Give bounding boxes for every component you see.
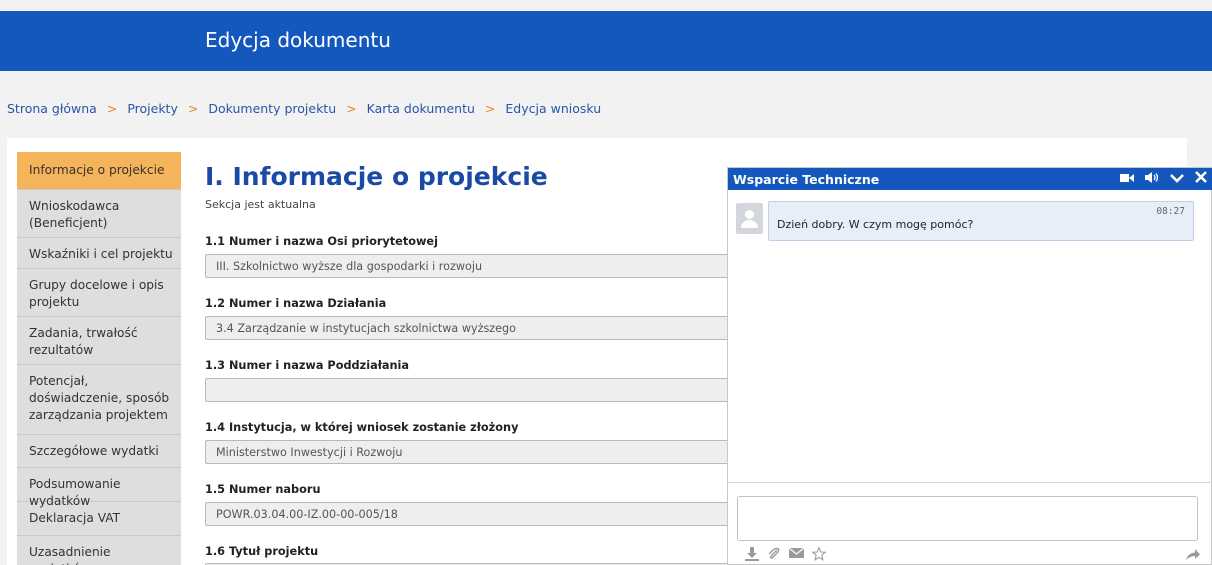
breadcrumb-separator: > [484,101,496,116]
chat-toolbar [745,546,827,565]
institution-field[interactable]: Ministerstwo Inwestycji i Rozwoju [205,440,745,464]
breadcrumb-project-documents[interactable]: Dokumenty projektu [208,101,336,116]
support-chat-window: Wsparcie Techniczne 08:27 Dzień dobry. W… [727,167,1212,565]
breadcrumb-separator: > [106,101,118,116]
sidebar-item-indicators[interactable]: Wskaźniki i cel projektu [17,238,181,269]
speaker-icon[interactable] [1145,171,1159,186]
sidebar-item-project-info[interactable]: Informacje o projekcie [17,152,181,190]
chat-message: 08:27 Dzień dobry. W czym mogę pomóc? [768,201,1194,241]
sidebar-item-expense-summary[interactable]: Podsumowanie wydatków [17,468,181,508]
priority-axis-field[interactable]: III. Szkolnictwo wyższe dla gospodarki i… [205,254,745,278]
sidebar: Informacje o projekcie Wnioskodawca (Ben… [17,152,181,565]
field-label-priority-axis: 1.1 Numer i nazwa Osi priorytetowej [205,235,438,248]
submeasure-field[interactable] [205,378,745,402]
chat-header-icons [1120,171,1207,186]
sidebar-item-tasks[interactable]: Zadania, trwałość rezultatów [17,317,181,365]
close-icon[interactable] [1195,171,1207,186]
minimize-icon[interactable] [1170,172,1184,186]
field-label-project-title: 1.6 Tytuł projektu [205,545,319,558]
sidebar-item-expense-justification[interactable]: Uzasadnienie wydatków [17,536,181,565]
video-icon[interactable] [1120,172,1134,186]
breadcrumb-document-card[interactable]: Karta dokumentu [367,101,475,116]
field-label-call-number: 1.5 Numer naboru [205,483,321,496]
sidebar-item-applicant[interactable]: Wnioskodawca (Beneficjent) [17,190,181,238]
call-number-field[interactable]: POWR.03.04.00-IZ.00-00-005/18 [205,502,745,526]
field-label-submeasure: 1.3 Numer i nazwa Poddziałania [205,359,410,372]
attach-icon[interactable] [767,547,781,565]
breadcrumb-edit-application[interactable]: Edycja wniosku [505,101,601,116]
email-icon[interactable] [788,547,805,565]
breadcrumb: Strona główna > Projekty > Dokumenty projekt… [7,101,601,116]
breadcrumb-projects[interactable]: Projekty [127,101,178,116]
chat-divider [728,482,1212,483]
breadcrumb-home[interactable]: Strona główna [7,101,97,116]
message-text: Dzień dobry. W czym mogę pomóc? [777,218,974,231]
page-header-title: Edycja dokumentu [205,28,391,52]
message-time: 08:27 [1156,206,1185,217]
download-icon[interactable] [745,547,759,565]
star-icon[interactable] [811,546,827,565]
send-icon[interactable] [1185,547,1201,565]
top-bar: Edycja dokumentu [0,11,1212,71]
breadcrumb-separator: > [346,101,357,116]
measure-field[interactable]: 3.4 Zarządzanie w instytucjach szkolnict… [205,316,745,340]
sidebar-item-target-groups[interactable]: Grupy docelowe i opis projektu [17,269,181,317]
project-info-form: I. Informacje o projekcie Sekcja jest ak… [205,162,745,565]
section-title: I. Informacje o projekcie [205,162,548,191]
section-status: Sekcja jest aktualna [205,198,316,211]
sidebar-item-detailed-expenses[interactable]: Szczegółowe wydatki [17,435,181,468]
breadcrumb-separator: > [187,101,199,116]
field-label-institution: 1.4 Instytucja, w której wniosek zostani… [205,421,519,434]
sidebar-item-potential[interactable]: Potencjał, doświadczenie, sposób zarządz… [17,365,181,435]
field-label-measure: 1.2 Numer i nazwa Działania [205,297,387,310]
chat-message-input[interactable] [737,496,1198,541]
chat-header[interactable]: Wsparcie Techniczne [728,168,1212,190]
agent-avatar-icon [736,203,763,234]
chat-title: Wsparcie Techniczne [733,172,880,187]
